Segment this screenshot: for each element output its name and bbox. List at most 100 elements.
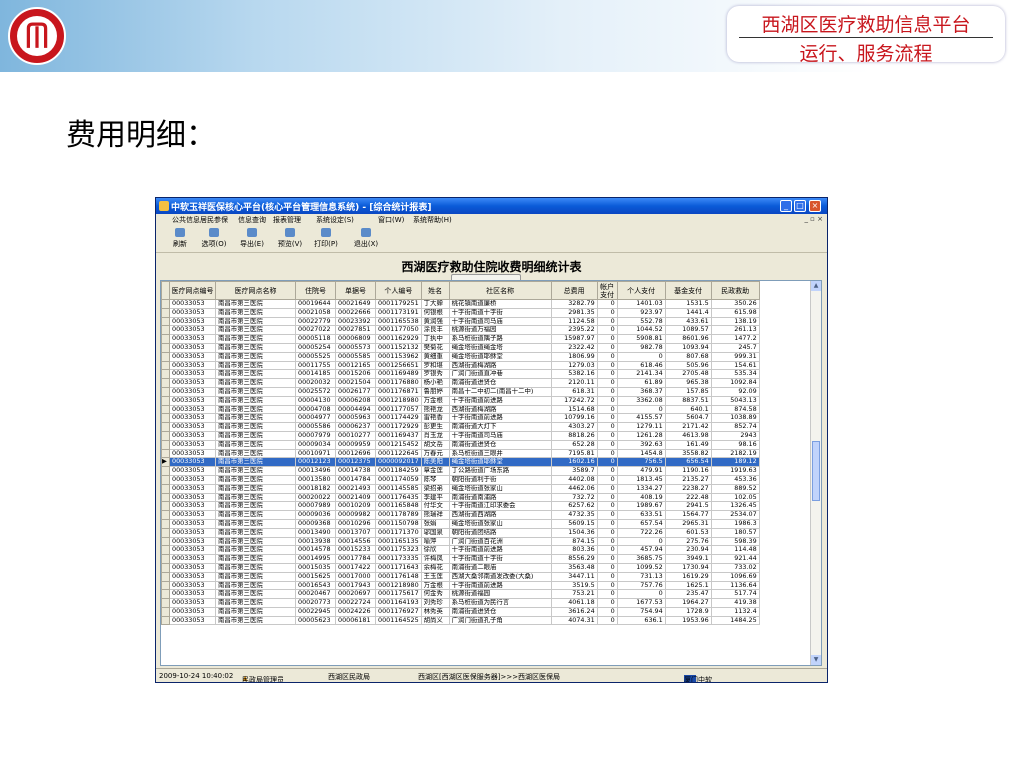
table-row[interactable]: 00033053 南昌市第三医院 00013938 00014556 000116513… (161, 536, 760, 547)
table-row[interactable]: 00033053 南昌市第三医院 00004130 00006208 000121898… (161, 395, 760, 406)
row-header-cell[interactable] (161, 545, 170, 556)
table-row[interactable]: 00033053 南昌市第三医院 00011755 00012165 000125665… (161, 360, 760, 371)
table-row[interactable]: 00033053 南昌市第三医院 00022945 00024226 000117692… (161, 606, 760, 617)
column-header[interactable]: 医疗网点名称 (215, 281, 296, 300)
row-header-cell[interactable] (161, 413, 170, 424)
scroll-up-icon[interactable]: ▲ (811, 281, 821, 291)
row-header-cell[interactable] (161, 510, 170, 520)
table-row[interactable]: 00033053 南昌市第三医院 00009036 00009982 000117878… (161, 510, 760, 520)
table-row[interactable]: 00033053 南昌市第三医院 00020467 00020697 000117561… (161, 589, 760, 600)
row-header-cell[interactable] (161, 518, 170, 529)
table-row[interactable]: 00033053 南昌市第三医院 00022779 00023392 000116553… (161, 316, 760, 327)
row-header-cell[interactable] (161, 369, 170, 380)
row-header-cell[interactable] (161, 589, 170, 600)
table-row[interactable]: 00033053 南昌市第三医院 00005525 00005585 000115396… (161, 351, 760, 362)
menu-item[interactable]: 信息查询 (238, 215, 266, 225)
table-row[interactable]: 00033053 南昌市第三医院 00007989 00010209 000116584… (161, 501, 760, 512)
row-header-cell[interactable] (161, 316, 170, 327)
row-header-cell[interactable] (161, 492, 170, 503)
row-header-cell[interactable] (161, 404, 170, 415)
table-row[interactable]: 00033053 南昌市第三医院 00009368 00010296 000115079… (161, 518, 760, 529)
table-row[interactable]: 00033053 南昌市第三医院 00015035 00017422 000117164… (161, 562, 760, 573)
menu-item[interactable]: 报表管理 (273, 215, 301, 225)
menu-item[interactable]: 窗口(W) (378, 215, 404, 225)
row-header-cell[interactable]: ▶ (161, 457, 170, 468)
table-row[interactable]: 00033053 南昌市第三医院 00020773 00022724 000116419… (161, 598, 760, 608)
row-header-cell[interactable] (161, 386, 170, 397)
toolbar-button[interactable]: 退出(X) (346, 228, 386, 250)
table-row[interactable]: 00033053 南昌市第三医院 00005586 00006237 000117292… (161, 422, 760, 432)
row-header-cell[interactable] (161, 299, 170, 309)
menu-item[interactable]: 居民参保 (200, 215, 228, 225)
row-header-cell[interactable] (161, 466, 170, 476)
row-header-cell[interactable] (161, 342, 170, 353)
vertical-scrollbar[interactable]: ▲ ▼ (810, 281, 821, 665)
column-header[interactable]: 单据号 (335, 281, 376, 300)
table-row[interactable]: 00033053 南昌市第三医院 00013496 00014738 000118425… (161, 466, 760, 476)
row-header-cell[interactable] (161, 483, 170, 494)
table-row[interactable]: 00033053 南昌市第三医院 00014995 00017784 000117333… (161, 554, 760, 564)
column-header[interactable]: 总费用 (550, 281, 598, 300)
row-header-cell[interactable] (161, 615, 170, 626)
table-row[interactable]: 00033053 南昌市第三医院 00020022 00021409 000117643… (161, 492, 760, 503)
menu-item[interactable]: 公共信息 (172, 215, 200, 225)
table-row[interactable]: 00033053 南昌市第三医院 00007979 00010277 000116943… (161, 430, 760, 441)
mdi-controls[interactable]: _ ▫ × (804, 215, 823, 223)
row-header-cell[interactable] (161, 536, 170, 547)
row-header-cell[interactable] (161, 554, 170, 564)
row-header-cell[interactable] (161, 606, 170, 617)
row-header-cell[interactable] (161, 325, 170, 336)
toolbar-button[interactable]: 打印(P) (306, 228, 346, 250)
table-row[interactable]: 00033053 南昌市第三医院 00013490 00013707 000117137… (161, 527, 760, 538)
table-row[interactable]: 00033053 南昌市第三医院 00021058 00022666 000117319… (161, 307, 760, 318)
row-header-cell[interactable] (161, 580, 170, 591)
row-header-cell[interactable] (161, 562, 170, 573)
column-header[interactable]: 帐户支付 (596, 281, 618, 300)
table-row[interactable]: 00033053 南昌市第三医院 00015625 00017000 000117614… (161, 571, 760, 582)
column-header[interactable]: 社区名称 (448, 281, 552, 300)
table-row[interactable]: 00033053 南昌市第三医院 00027022 00027851 000117705… (161, 325, 760, 336)
toolbar-button[interactable]: 选项(O) (194, 228, 234, 250)
row-header-cell[interactable] (161, 501, 170, 512)
table-row[interactable]: 00033053 南昌市第三医院 00010971 00012696 000112264… (161, 448, 760, 459)
table-row[interactable]: 00033053 南昌市第三医院 00014578 00015233 000117532… (161, 545, 760, 556)
scrollbar-thumb[interactable] (812, 441, 820, 501)
column-header[interactable]: 姓名 (420, 281, 450, 300)
table-row[interactable]: 00033053 南昌市第三医院 00005254 00005573 000115213… (161, 342, 760, 353)
scroll-down-icon[interactable]: ▼ (811, 655, 821, 665)
column-header[interactable]: 个人支付 (616, 281, 666, 300)
row-header-cell[interactable] (161, 527, 170, 538)
menu-item[interactable]: 系统帮助(H) (413, 215, 452, 225)
table-row[interactable]: 00033053 南昌市第三医院 00025572 00026177 000117687… (161, 386, 760, 397)
column-header[interactable]: 住院号 (295, 281, 336, 300)
row-header-cell[interactable] (161, 334, 170, 344)
row-header-cell[interactable] (161, 307, 170, 318)
window-titlebar[interactable]: 中软玉祥医保核心平台(核心平台管理信息系统) - [综合统计报表] _ □ × (156, 198, 827, 214)
row-header-cell[interactable] (161, 439, 170, 450)
column-header[interactable]: 基金支付 (664, 281, 712, 300)
row-header-cell[interactable] (161, 422, 170, 432)
row-header-cell[interactable] (161, 571, 170, 582)
close-button[interactable]: × (809, 200, 821, 212)
maximize-button[interactable]: □ (794, 200, 806, 212)
row-header-cell[interactable] (161, 598, 170, 608)
column-header[interactable]: 个人编号 (375, 281, 422, 300)
row-header-cell[interactable] (161, 430, 170, 441)
table-row[interactable]: 00033053 南昌市第三医院 00014185 00015206 000116948… (161, 369, 760, 380)
row-header-cell[interactable] (161, 448, 170, 459)
table-row[interactable]: ▶ 00033053 南昌市第三医院 00012123 00012375 00000920… (161, 457, 760, 468)
row-header-cell[interactable] (161, 360, 170, 371)
table-row[interactable]: 00033053 南昌市第三医院 00009034 00009959 000121545… (161, 439, 760, 450)
table-row[interactable]: 00033053 南昌市第三医院 00005118 00006809 000116292… (161, 334, 760, 344)
column-header[interactable]: 民政救助 (710, 281, 760, 300)
table-row[interactable]: 00033053 南昌市第三医院 00004708 00004494 000117705… (161, 404, 760, 415)
toolbar-button[interactable]: 导出(E) (232, 228, 272, 250)
row-header-cell[interactable] (161, 378, 170, 388)
row-header-cell[interactable] (161, 474, 170, 485)
table-row[interactable]: 00033053 南昌市第三医院 00013580 00014784 000117405… (161, 474, 760, 485)
table-row[interactable]: 00033053 南昌市第三医院 00016543 00017943 000121898… (161, 580, 760, 591)
table-row[interactable]: 00033053 南昌市第三医院 00005623 00006181 000116452… (161, 615, 760, 626)
table-row[interactable]: 00033053 南昌市第三医院 00004977 00005963 000117442… (161, 413, 760, 424)
table-row[interactable]: 00033053 南昌市第三医院 00019644 00021649 000117925… (161, 299, 760, 309)
column-header[interactable]: 医疗网点编号 (169, 281, 216, 300)
